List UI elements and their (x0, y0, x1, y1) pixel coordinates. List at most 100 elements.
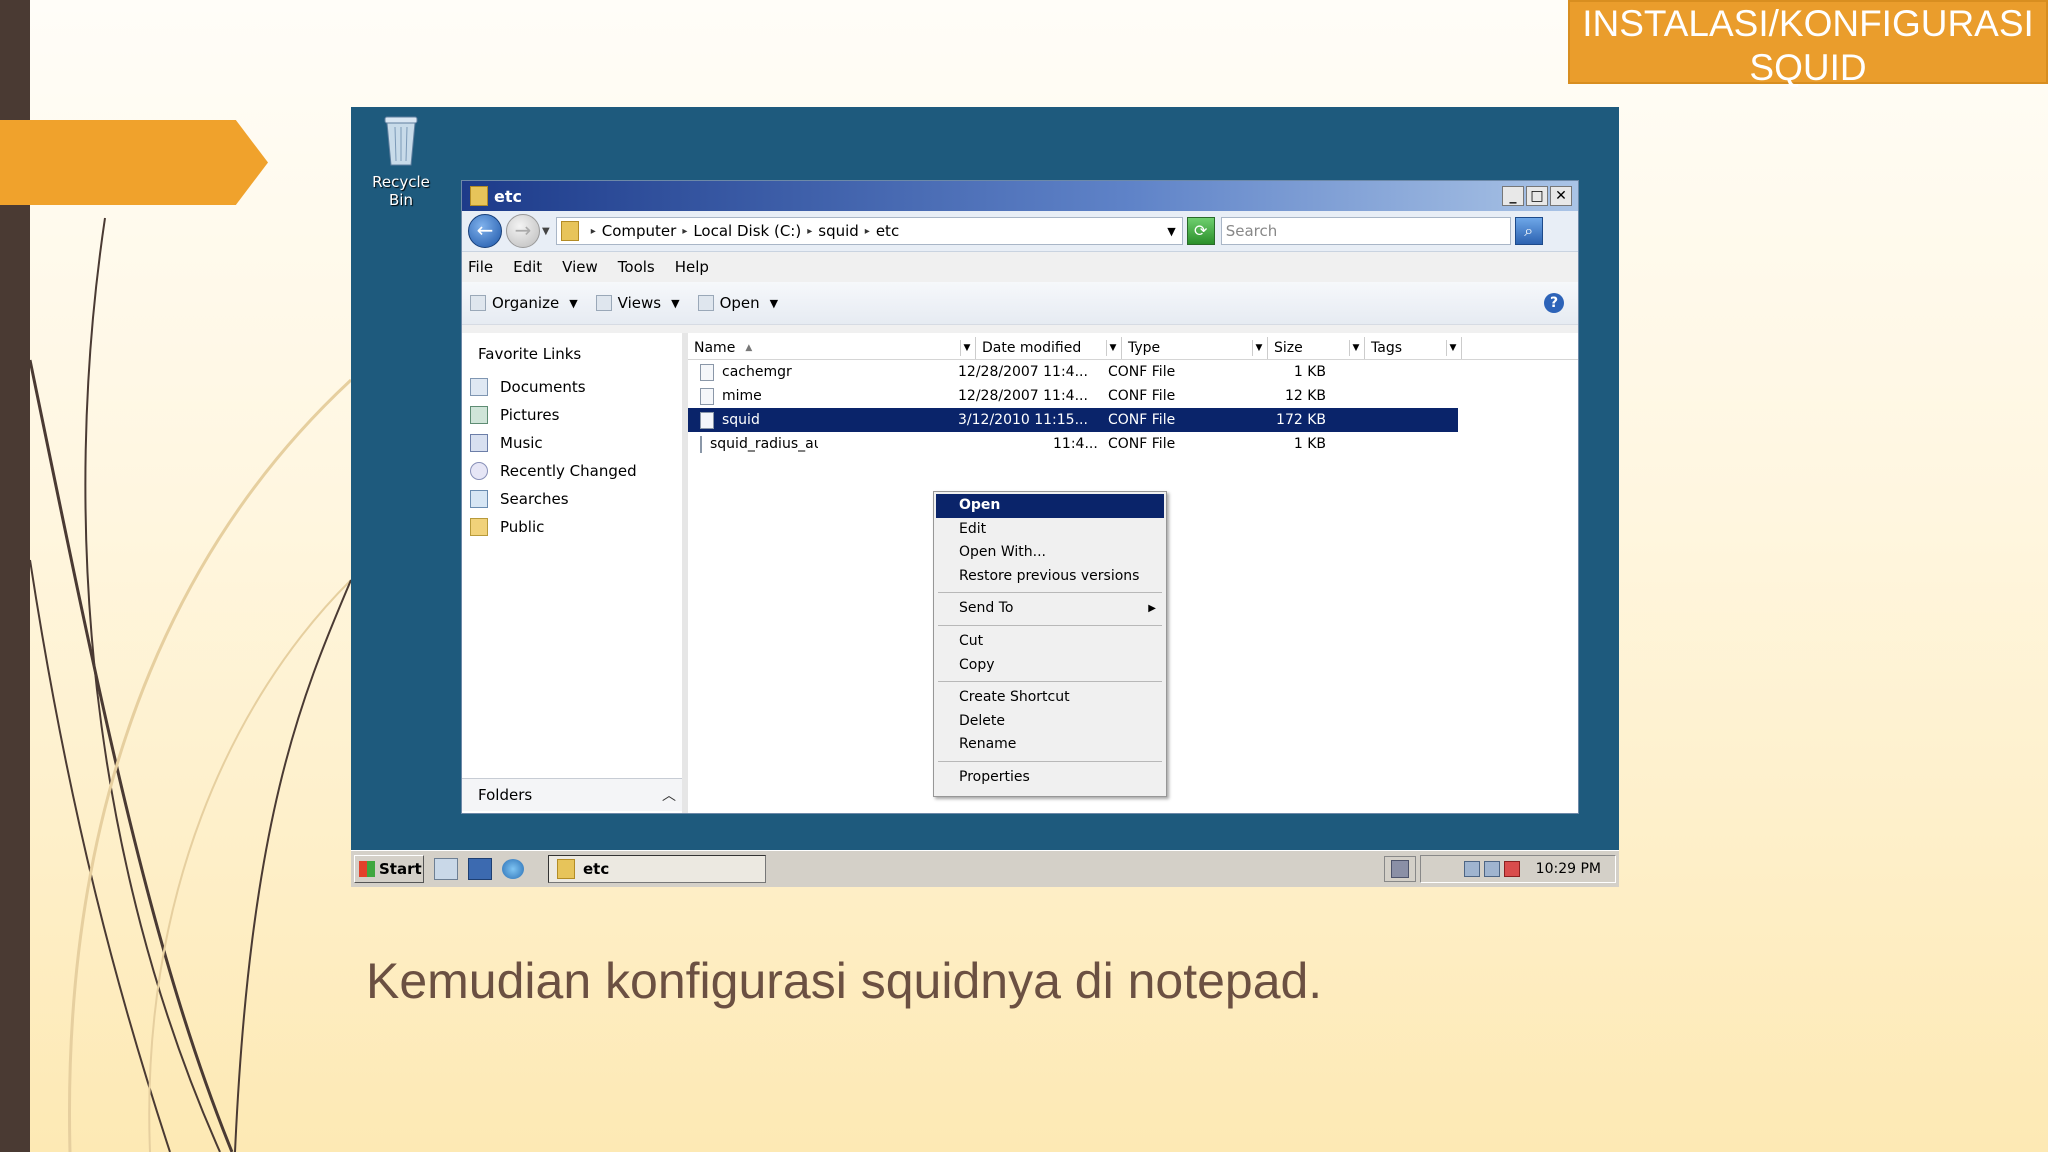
menu-view[interactable]: View (562, 258, 598, 276)
organize-icon (470, 295, 486, 311)
context-menu-cut[interactable]: Cut (934, 630, 1166, 654)
minimize-button[interactable]: _ (1502, 186, 1524, 206)
slide-caption: Kemudian konfigurasi squidnya di notepad… (366, 953, 1323, 1009)
breadcrumb-local-disk[interactable]: Local Disk (C:) (693, 222, 801, 240)
nav-item-pictures[interactable]: Pictures (462, 401, 682, 429)
menu-bar: File Edit View Tools Help (462, 252, 1578, 282)
open-icon (697, 295, 714, 311)
tray-volume-muted-icon[interactable] (1503, 861, 1520, 877)
recycle-bin-label: Recycle Bin (372, 173, 430, 209)
menu-separator (938, 760, 1162, 762)
column-header-date[interactable]: Date modified ▼ (976, 337, 1122, 359)
chevron-down-icon[interactable]: ▼ (1106, 340, 1119, 356)
recycle-bin[interactable]: Recycle Bin (359, 111, 443, 209)
file-date: 12/28/2007 11:4... (958, 364, 1088, 380)
breadcrumb-computer[interactable]: Computer (602, 222, 677, 240)
context-menu-create-shortcut[interactable]: Create Shortcut (934, 686, 1166, 710)
open-label: Open (719, 294, 760, 312)
recycle-bin-icon (381, 111, 421, 169)
server-manager-icon[interactable] (434, 858, 458, 880)
breadcrumb-squid[interactable]: squid (818, 222, 859, 240)
windows-logo-icon (359, 861, 375, 877)
context-menu-rename[interactable]: Rename (934, 733, 1166, 757)
file-name: cachemgr (722, 364, 792, 380)
nav-item-recently-changed[interactable]: Recently Changed (462, 457, 682, 485)
menu-separator (938, 624, 1162, 626)
organize-button[interactable]: Organize ▼ (470, 294, 578, 312)
file-name: squid (722, 412, 760, 428)
address-field[interactable]: ▸ Computer ▸ Local Disk (C:) ▸ squid ▸ e… (555, 217, 1183, 245)
back-button[interactable]: ← (468, 214, 502, 248)
file-name: squid_radius_au (710, 436, 818, 452)
breadcrumb-etc[interactable]: etc (876, 222, 899, 240)
clock[interactable]: 10:29 PM (1536, 861, 1601, 877)
column-header-tags[interactable]: Tags ▼ (1365, 337, 1462, 359)
folders-toggle[interactable]: Folders ︿ (462, 778, 682, 811)
column-header-type[interactable]: Type ▼ (1122, 337, 1268, 359)
file-row[interactable]: cachemgr 12/28/2007 11:4... CONF File 1 … (688, 360, 1578, 384)
search-icon[interactable]: ⌕ (1514, 217, 1543, 245)
folder-icon (470, 186, 488, 206)
column-header-size[interactable]: Size ▼ (1268, 337, 1365, 359)
nav-item-label: Public (500, 518, 545, 536)
tray-network-icon[interactable] (1463, 861, 1480, 877)
menu-edit[interactable]: Edit (513, 258, 542, 276)
close-button[interactable]: ✕ (1550, 186, 1572, 206)
context-menu-properties[interactable]: Properties (934, 766, 1166, 790)
address-dropdown-icon[interactable]: ▼ (1167, 225, 1175, 238)
file-icon (700, 363, 714, 381)
chevron-down-icon[interactable]: ▼ (1446, 340, 1459, 356)
context-menu-restore-previous-versions[interactable]: Restore previous versions (934, 565, 1166, 589)
pictures-icon (470, 406, 488, 424)
context-menu-edit[interactable]: Edit (934, 518, 1166, 542)
context-menu-send-to[interactable]: Send To ▶ (934, 597, 1166, 621)
file-row[interactable]: squid_radius_au 11:4... CONF File 1 KB (688, 432, 1578, 456)
tray-expand[interactable] (1384, 856, 1416, 882)
forward-button[interactable]: → (506, 214, 540, 248)
show-desktop-icon[interactable] (468, 858, 492, 880)
window-title: etc (494, 186, 522, 206)
internet-explorer-icon[interactable] (502, 859, 524, 879)
help-icon[interactable]: ? (1544, 293, 1564, 313)
documents-icon (470, 378, 488, 396)
nav-item-searches[interactable]: Searches (462, 485, 682, 513)
menu-help[interactable]: Help (675, 258, 709, 276)
file-row-selected[interactable]: squid 3/12/2010 11:15... CONF File 172 K… (688, 408, 1458, 432)
folders-label: Folders (478, 786, 533, 804)
context-menu-open-with[interactable]: Open With... (934, 541, 1166, 565)
recent-pages-dropdown-icon[interactable]: ▼ (542, 226, 550, 237)
nav-item-public[interactable]: Public (462, 513, 682, 541)
menu-tools[interactable]: Tools (618, 258, 655, 276)
nav-item-label: Music (500, 434, 543, 452)
taskbar-button-etc[interactable]: etc (548, 855, 766, 883)
nav-item-music[interactable]: Music (462, 429, 682, 457)
column-headers: Name ▲ ▼ Date modified ▼ Type ▼ Size ▼ T… (688, 337, 1578, 360)
organize-label: Organize (492, 294, 560, 312)
folder-icon (557, 859, 575, 879)
views-button[interactable]: Views ▼ (595, 294, 680, 312)
orange-arrow-shape (0, 120, 268, 205)
tray-display-icon[interactable] (1483, 861, 1500, 877)
file-type: CONF File (1108, 388, 1176, 404)
menu-file[interactable]: File (468, 258, 493, 276)
context-menu-delete[interactable]: Delete (934, 710, 1166, 734)
column-header-name[interactable]: Name ▲ ▼ (688, 337, 976, 359)
refresh-icon[interactable]: ⟳ (1186, 217, 1215, 245)
chevron-down-icon[interactable]: ▼ (960, 340, 973, 356)
file-row[interactable]: mime 12/28/2007 11:4... CONF File 12 KB (688, 384, 1578, 408)
context-menu-open[interactable]: Open (936, 494, 1164, 518)
file-icon (700, 435, 702, 453)
search-input[interactable]: Search (1220, 217, 1511, 245)
slide-title: INSTALASI/KONFIGURASI SQUID (1568, 0, 2048, 88)
chevron-up-icon: ︿ (662, 788, 676, 804)
system-tray: 10:29 PM (1420, 855, 1616, 883)
context-menu-copy[interactable]: Copy (934, 654, 1166, 678)
nav-item-documents[interactable]: Documents (462, 373, 682, 401)
maximize-button[interactable]: □ (1526, 186, 1548, 206)
chevron-down-icon[interactable]: ▼ (1252, 340, 1265, 356)
window-titlebar[interactable]: etc _ □ ✕ (462, 181, 1578, 211)
open-button[interactable]: Open ▼ (697, 294, 778, 312)
chevron-down-icon[interactable]: ▼ (1349, 340, 1362, 356)
start-button[interactable]: Start (354, 855, 424, 883)
views-icon (595, 295, 612, 311)
